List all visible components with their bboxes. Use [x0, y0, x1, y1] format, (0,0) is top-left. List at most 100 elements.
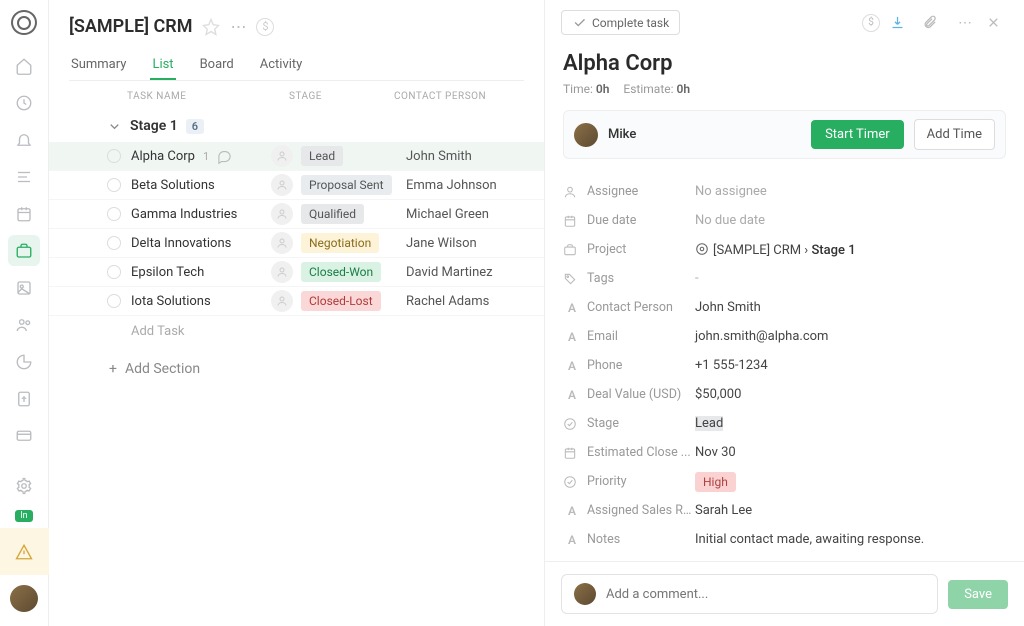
contact-person: John Smith — [406, 149, 536, 164]
contact-person: David Martinez — [406, 265, 536, 280]
field-value: John Smith — [695, 300, 761, 315]
field-row[interactable]: AContact PersonJohn Smith — [563, 293, 1006, 322]
field-value: No assignee — [695, 184, 767, 199]
field-row[interactable]: Estimated Close ...Nov 30 — [563, 438, 1006, 467]
save-comment-button[interactable]: Save — [948, 580, 1008, 609]
warning-banner[interactable] — [0, 528, 49, 574]
complete-task-button[interactable]: Complete task — [561, 10, 680, 35]
close-icon[interactable] — [986, 15, 1008, 30]
calendar-icon[interactable] — [8, 198, 40, 229]
language-badge[interactable]: ln — [15, 510, 32, 522]
assignee-placeholder[interactable] — [271, 174, 293, 196]
download-icon[interactable] — [890, 15, 912, 30]
add-custom-field-button[interactable]: + Add custom field — [563, 554, 1006, 561]
more-icon[interactable]: ⋯ — [954, 15, 976, 31]
field-row[interactable]: ADeal Value (USD)$50,000 — [563, 380, 1006, 409]
task-row[interactable]: Iota SolutionsClosed-LostRachel Adams — [49, 287, 544, 316]
tab-activity[interactable]: Activity — [258, 51, 305, 80]
assignee-placeholder[interactable] — [271, 232, 293, 254]
notifications-icon[interactable] — [8, 124, 40, 155]
stage-badge[interactable]: Closed-Won — [301, 262, 381, 282]
complete-circle[interactable] — [107, 149, 121, 163]
task-row[interactable]: Beta SolutionsProposal SentEmma Johnson — [49, 171, 544, 200]
comment-input-wrap[interactable] — [561, 574, 938, 614]
star-icon[interactable] — [202, 18, 220, 36]
task-title[interactable]: Alpha Corp — [563, 51, 1006, 76]
dollar-icon[interactable]: $ — [862, 14, 880, 32]
complete-circle[interactable] — [107, 178, 121, 192]
section-count: 6 — [186, 119, 204, 134]
assignee-placeholder[interactable] — [271, 203, 293, 225]
field-value: No due date — [695, 213, 765, 228]
stage-badge[interactable]: Closed-Lost — [301, 291, 381, 311]
complete-circle[interactable] — [107, 207, 121, 221]
task-row[interactable]: Epsilon TechClosed-WonDavid Martinez — [49, 258, 544, 287]
field-row[interactable]: AEmailjohn.smith@alpha.com — [563, 322, 1006, 351]
reports-icon[interactable] — [8, 346, 40, 377]
wallet-icon[interactable] — [8, 420, 40, 451]
field-label: Stage — [587, 416, 695, 431]
project-tabs: Summary List Board Activity — [69, 51, 524, 81]
field-row[interactable]: StageLead — [563, 409, 1006, 438]
field-row[interactable]: Project[SAMPLE] CRM › Stage 1 — [563, 235, 1006, 264]
contact-person: Michael Green — [406, 207, 536, 222]
task-row[interactable]: Delta InnovationsNegotiationJane Wilson — [49, 229, 544, 258]
field-label: Assigned Sales Rep — [587, 503, 695, 518]
more-icon[interactable]: ⋯ — [230, 17, 246, 36]
app-logo-icon[interactable] — [11, 10, 37, 35]
section-header[interactable]: Stage 1 6 — [49, 110, 544, 142]
field-type-icon — [563, 272, 581, 286]
add-time-button[interactable]: Add Time — [914, 119, 995, 150]
start-timer-button[interactable]: Start Timer — [811, 120, 904, 149]
field-value: $50,000 — [695, 387, 741, 402]
tab-board[interactable]: Board — [198, 51, 236, 80]
contact-person: Rachel Adams — [406, 294, 536, 309]
task-detail-panel: Complete task $ ⋯ Alpha Corp Time: 0h Es… — [544, 0, 1024, 626]
comment-input[interactable] — [606, 587, 925, 602]
plus-icon: + — [109, 361, 117, 377]
stage-badge[interactable]: Qualified — [301, 204, 364, 224]
attachment-icon[interactable] — [922, 15, 944, 30]
field-type-icon — [563, 243, 581, 257]
stage-badge[interactable]: Proposal Sent — [301, 175, 392, 195]
assignee-placeholder[interactable] — [271, 261, 293, 283]
user-avatar[interactable] — [10, 585, 38, 612]
tasks-icon[interactable] — [8, 161, 40, 192]
field-row[interactable]: ANotesInitial contact made, awaiting res… — [563, 525, 1006, 554]
home-icon[interactable] — [8, 50, 40, 81]
time-icon[interactable] — [8, 87, 40, 118]
field-type-icon: A — [563, 504, 581, 518]
settings-icon[interactable] — [8, 471, 40, 502]
projects-icon[interactable] — [8, 235, 40, 266]
complete-circle[interactable] — [107, 236, 121, 250]
assignee-placeholder[interactable] — [271, 145, 293, 167]
stage-badge[interactable]: Negotiation — [301, 233, 379, 253]
field-label: Phone — [587, 358, 695, 373]
dollar-icon[interactable]: $ — [256, 18, 274, 36]
complete-circle[interactable] — [107, 265, 121, 279]
field-label: Project — [587, 242, 695, 257]
invoice-icon[interactable] — [8, 383, 40, 414]
task-name: Gamma Industries — [131, 207, 237, 222]
field-label: Email — [587, 329, 695, 344]
field-row[interactable]: Tags- — [563, 264, 1006, 293]
tab-summary[interactable]: Summary — [69, 51, 128, 80]
field-row[interactable]: AAssigned Sales RepSarah Lee — [563, 496, 1006, 525]
field-row[interactable]: APhone+1 555-1234 — [563, 351, 1006, 380]
tab-list[interactable]: List — [150, 51, 175, 80]
assignee-placeholder[interactable] — [271, 290, 293, 312]
field-type-icon: A — [563, 359, 581, 373]
team-icon[interactable] — [8, 309, 40, 340]
complete-circle[interactable] — [107, 294, 121, 308]
add-section-button[interactable]: + Add Section — [49, 347, 544, 385]
add-task-button[interactable]: Add Task — [49, 316, 544, 347]
field-type-icon — [563, 185, 581, 199]
field-badge: Lead — [695, 416, 723, 431]
docs-icon[interactable] — [8, 272, 40, 303]
field-row[interactable]: AssigneeNo assignee — [563, 177, 1006, 206]
task-row[interactable]: Gamma Industries Qualified Michael Green — [49, 200, 544, 229]
field-row[interactable]: PriorityHigh — [563, 467, 1006, 496]
stage-badge[interactable]: Lead — [301, 146, 343, 166]
field-row[interactable]: Due dateNo due date — [563, 206, 1006, 235]
task-row[interactable]: Alpha Corp1LeadJohn Smith — [49, 142, 544, 171]
